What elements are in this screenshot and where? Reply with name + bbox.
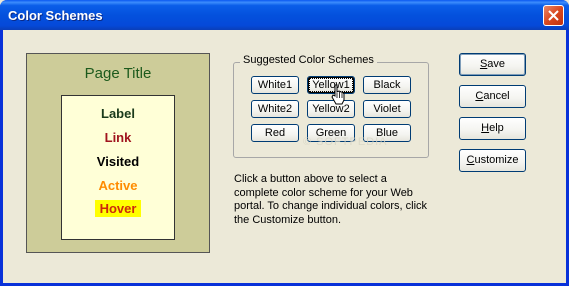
customize-label-rest: ustomize	[474, 154, 519, 166]
watermark: © SOFTPEDIA	[303, 136, 388, 148]
preview-content-box: Label Link Visited Active Hover	[61, 95, 175, 240]
scheme-button-white1[interactable]: White1	[251, 76, 299, 94]
cancel-button[interactable]: Cancel	[459, 85, 526, 108]
color-preview-panel: Page Title Label Link Visited Active Hov…	[26, 53, 210, 253]
scheme-button-violet[interactable]: Violet	[363, 100, 411, 118]
dialog-title: Color Schemes	[8, 8, 103, 23]
customize-button[interactable]: Customize	[459, 149, 526, 172]
scheme-button-red[interactable]: Red	[251, 124, 299, 142]
help-label-rest: elp	[489, 122, 504, 134]
help-accelerator: H	[481, 122, 490, 134]
save-label-rest: ave	[487, 58, 506, 70]
scheme-button-black[interactable]: Black	[363, 76, 411, 94]
hand-cursor-icon	[331, 84, 345, 105]
preview-hover: Hover	[94, 200, 142, 217]
preview-page-title: Page Title	[84, 65, 152, 82]
help-button[interactable]: Help	[459, 117, 526, 140]
instructions-text: Click a button above to select a complet…	[234, 173, 428, 226]
save-button[interactable]: Save	[459, 53, 526, 76]
suggested-schemes-label: Suggested Color Schemes	[240, 54, 377, 66]
preview-label: Label	[101, 106, 135, 121]
close-icon	[548, 10, 559, 21]
preview-active: Active	[98, 178, 138, 193]
close-button[interactable]	[543, 5, 564, 26]
title-bar[interactable]: Color Schemes	[0, 0, 569, 30]
preview-visited: Visited	[96, 154, 140, 169]
scheme-button-white2[interactable]: White2	[251, 100, 299, 118]
cancel-label-rest: ancel	[483, 90, 510, 102]
preview-link: Link	[104, 130, 132, 145]
